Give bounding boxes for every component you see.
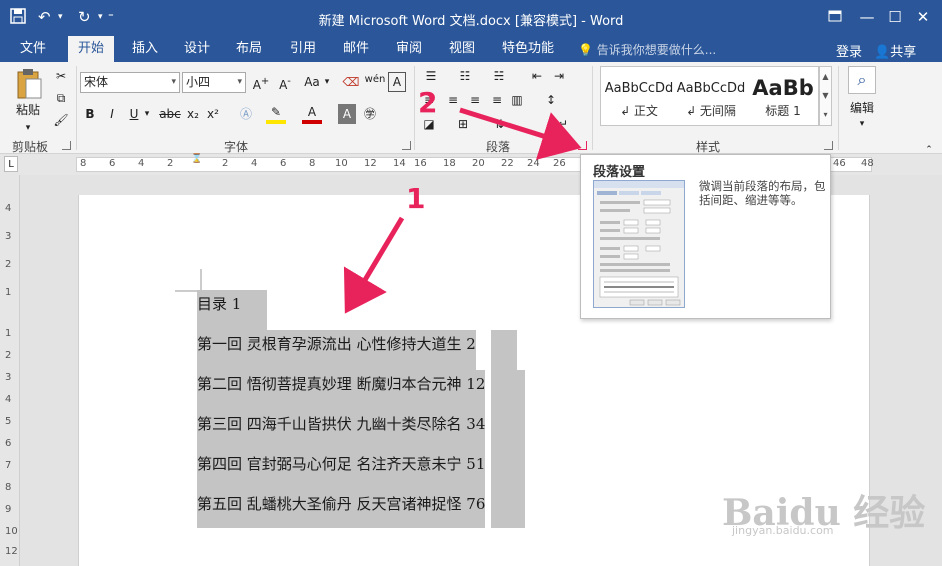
annotation-arrows: [343, 107, 582, 314]
word-window: ↶ ▾ ↻ ▾ ⁼ 新建 Microsoft Word 文档.docx [兼容模…: [0, 0, 942, 566]
annotation-number-2: 2: [418, 86, 438, 119]
watermark-url: jingyan.baidu.com: [732, 524, 834, 537]
watermark: Baidu 经验 jingyan.baidu.com: [722, 484, 925, 537]
arrow-1: [343, 216, 405, 314]
annotation-number-1: 1: [406, 182, 426, 215]
arrow-2: [459, 107, 582, 160]
